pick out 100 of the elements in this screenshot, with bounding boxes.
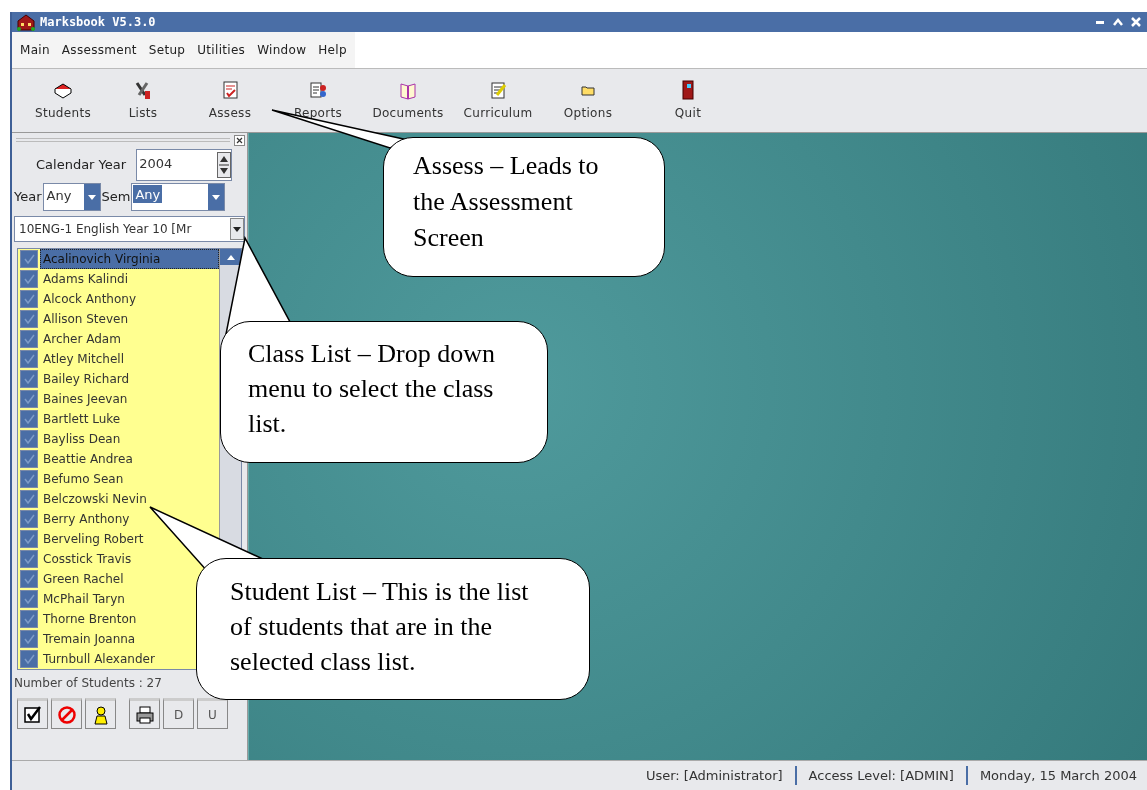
checklist-icon bbox=[220, 79, 240, 100]
menu-item[interactable]: Window bbox=[257, 41, 307, 59]
checkbox[interactable] bbox=[20, 570, 38, 588]
checkbox-icon bbox=[22, 704, 43, 725]
student-list-item[interactable]: Green Rachel bbox=[40, 570, 127, 588]
checkbox[interactable] bbox=[20, 510, 38, 528]
checkmark-icon bbox=[23, 373, 35, 385]
checkmark-icon bbox=[23, 433, 35, 445]
checkbox[interactable] bbox=[20, 350, 38, 368]
calendar-year-spinner[interactable]: 2004 bbox=[136, 149, 233, 181]
checkbox[interactable] bbox=[20, 450, 38, 468]
checkmark-icon bbox=[23, 413, 35, 425]
checkmark-icon bbox=[23, 553, 35, 565]
icon-button[interactable] bbox=[85, 698, 116, 729]
student-list-item[interactable]: Berry Anthony bbox=[40, 510, 133, 528]
checkbox[interactable] bbox=[20, 470, 38, 488]
student-list-item[interactable]: Alcock Anthony bbox=[40, 290, 140, 308]
checkbox[interactable] bbox=[20, 390, 38, 408]
checkmark-icon bbox=[23, 513, 35, 525]
checkmark-icon bbox=[23, 353, 35, 365]
checkbox[interactable] bbox=[20, 370, 38, 388]
checkmark-icon bbox=[23, 333, 35, 345]
checkbox[interactable] bbox=[20, 410, 38, 428]
student-list-item[interactable]: Bayliss Dean bbox=[40, 430, 124, 448]
dropdown-arrow-icon bbox=[233, 226, 241, 232]
scroll-up-arrow-icon bbox=[226, 254, 235, 260]
student-list-item[interactable]: Bailey Richard bbox=[40, 370, 133, 388]
toolbar-button[interactable]: Quit bbox=[638, 79, 738, 122]
checkbox[interactable] bbox=[20, 490, 38, 508]
student-list-item[interactable]: Adams Kalindi bbox=[40, 270, 131, 288]
student-list-item[interactable]: McPhail Taryn bbox=[40, 590, 128, 608]
student-list-item[interactable]: Tremain Joanna bbox=[40, 630, 139, 648]
schoolhouse-icon bbox=[16, 13, 36, 31]
checkbox[interactable] bbox=[20, 590, 38, 608]
checkbox[interactable] bbox=[20, 430, 38, 448]
checkmark-icon bbox=[23, 453, 35, 465]
checkmark-icon bbox=[23, 633, 35, 645]
toolbar-button[interactable]: Lists bbox=[104, 79, 182, 122]
reports-icon bbox=[308, 79, 328, 100]
student-list-item[interactable]: Thorne Brenton bbox=[40, 610, 140, 628]
menu-item[interactable]: Main bbox=[20, 41, 50, 59]
checkmark-icon bbox=[23, 313, 35, 325]
checkbox[interactable] bbox=[20, 290, 38, 308]
status-text: Access Level: [ADMIN] bbox=[796, 765, 968, 786]
close-button[interactable] bbox=[234, 134, 245, 146]
toolbar-button[interactable]: Students bbox=[22, 79, 104, 122]
checkbox[interactable] bbox=[20, 270, 38, 288]
icon-button[interactable] bbox=[17, 698, 48, 729]
checkbox[interactable] bbox=[20, 310, 38, 328]
toolbar-button[interactable]: Curriculum bbox=[458, 79, 538, 122]
checkmark-icon bbox=[23, 253, 35, 265]
menu-item[interactable]: Help bbox=[318, 41, 347, 59]
checkbox[interactable] bbox=[20, 610, 38, 628]
toolbar-button[interactable]: Reports bbox=[278, 79, 358, 122]
callout: Assess – Leads to the Assessment Screen bbox=[383, 137, 665, 277]
checkmark-icon bbox=[23, 293, 35, 305]
maximize-button[interactable] bbox=[1111, 16, 1125, 28]
checkbox[interactable] bbox=[20, 650, 38, 668]
student-list-item[interactable]: Turnbull Alexander bbox=[40, 650, 158, 668]
student-list-item[interactable]: Archer Adam bbox=[40, 330, 124, 348]
student-list-item[interactable]: Baines Jeevan bbox=[40, 390, 131, 408]
class-dropdown[interactable]: 10ENG-1 English Year 10 [Mr bbox=[14, 216, 245, 242]
checkbox[interactable] bbox=[20, 550, 38, 568]
checkmark-icon bbox=[23, 593, 35, 605]
student-list-item[interactable]: Bartlett Luke bbox=[40, 410, 124, 428]
toolbar-button[interactable]: Options bbox=[538, 79, 638, 122]
printer-icon bbox=[134, 704, 155, 725]
dropdown-arrow-icon bbox=[212, 194, 221, 200]
toolbar-button[interactable]: Documents bbox=[358, 79, 458, 122]
student-list-item[interactable]: Cosstick Travis bbox=[40, 550, 135, 568]
icon-button[interactable] bbox=[129, 698, 160, 729]
student-list-item[interactable]: Beattie Andrea bbox=[40, 450, 136, 468]
year-dropdown[interactable]: Any bbox=[42, 183, 101, 211]
status-text: Monday, 15 March 2004 bbox=[978, 766, 1138, 785]
checkbox[interactable] bbox=[20, 530, 38, 548]
checkbox[interactable] bbox=[20, 630, 38, 648]
field-label: Year bbox=[14, 188, 42, 207]
student-count: Number of Students : 27 bbox=[13, 675, 163, 692]
student-list-item[interactable]: Allison Steven bbox=[40, 310, 132, 328]
student-list-item[interactable]: Atley Mitchell bbox=[40, 350, 127, 368]
menu-item[interactable]: Assessment bbox=[61, 41, 137, 59]
callout: Class List – Drop down menu to select the class list. bbox=[220, 321, 548, 463]
dropdown-arrow-icon bbox=[87, 194, 96, 200]
menu-item[interactable]: Utilities bbox=[197, 41, 246, 59]
text-button[interactable]: U bbox=[197, 698, 228, 729]
checkbox[interactable] bbox=[20, 330, 38, 348]
field-label: Calendar Year bbox=[36, 156, 127, 175]
status-text: User: [Administrator] bbox=[633, 765, 797, 786]
checkbox[interactable] bbox=[20, 250, 38, 268]
student-list-item[interactable]: Befumo Sean bbox=[40, 470, 127, 488]
checkmark-icon bbox=[23, 393, 35, 405]
student-list-item[interactable]: Acalinovich Virginia bbox=[40, 249, 219, 269]
student-list-item[interactable]: Belczowski Nevin bbox=[40, 490, 150, 508]
window-title: Marksbook V5.3.0 bbox=[40, 14, 156, 31]
toolbar-button[interactable]: Assess bbox=[182, 79, 278, 122]
text-button[interactable]: D bbox=[163, 698, 194, 729]
student-list-item[interactable]: Berveling Robert bbox=[40, 530, 147, 548]
semester-dropdown[interactable]: Any bbox=[131, 183, 226, 211]
menu-item[interactable]: Setup bbox=[148, 41, 186, 59]
checkmark-icon bbox=[23, 613, 35, 625]
